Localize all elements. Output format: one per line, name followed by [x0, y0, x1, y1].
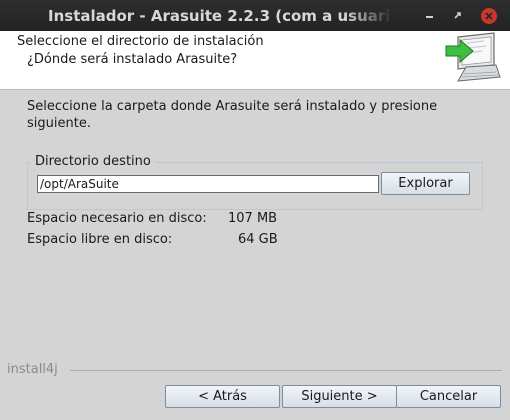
footer-divider [70, 370, 502, 371]
step-subtitle: ¿Dónde será instalado Arasuite? [27, 52, 238, 67]
instructions-text: Seleccione la carpeta donde Arasuite ser… [27, 99, 438, 114]
window-title: Instalador - Arasuite 2.2.3 (com a usuar… [48, 7, 393, 25]
step-header: Seleccione el directorio de instalación … [0, 31, 510, 90]
explore-button[interactable]: Explorar [381, 172, 470, 195]
minimize-icon[interactable] [420, 6, 440, 26]
close-icon[interactable] [479, 6, 499, 26]
next-button[interactable]: Siguiente > [282, 385, 397, 408]
required-space-value: 107 MB [228, 211, 278, 226]
free-space-label: Espacio libre en disco: [27, 232, 173, 247]
computer-install-arrow-icon [445, 32, 501, 82]
cancel-button[interactable]: Cancelar [396, 385, 501, 408]
title-bar[interactable]: Instalador - Arasuite 2.2.3 (com a usuar… [0, 0, 510, 31]
free-space-value: 64 GB [238, 232, 278, 247]
installer-window: Instalador - Arasuite 2.2.3 (com a usuar… [0, 0, 510, 420]
destination-path-input[interactable] [37, 175, 379, 193]
install4j-brand: install4j [7, 362, 58, 377]
destination-group-label: Directorio destino [31, 154, 155, 169]
step-title: Seleccione el directorio de instalación [17, 34, 264, 49]
back-button[interactable]: < Atrás [165, 385, 280, 408]
maximize-icon[interactable] [448, 6, 468, 26]
instructions-text-continued: siguiente. [27, 116, 91, 131]
required-space-label: Espacio necesario en disco: [27, 211, 207, 226]
